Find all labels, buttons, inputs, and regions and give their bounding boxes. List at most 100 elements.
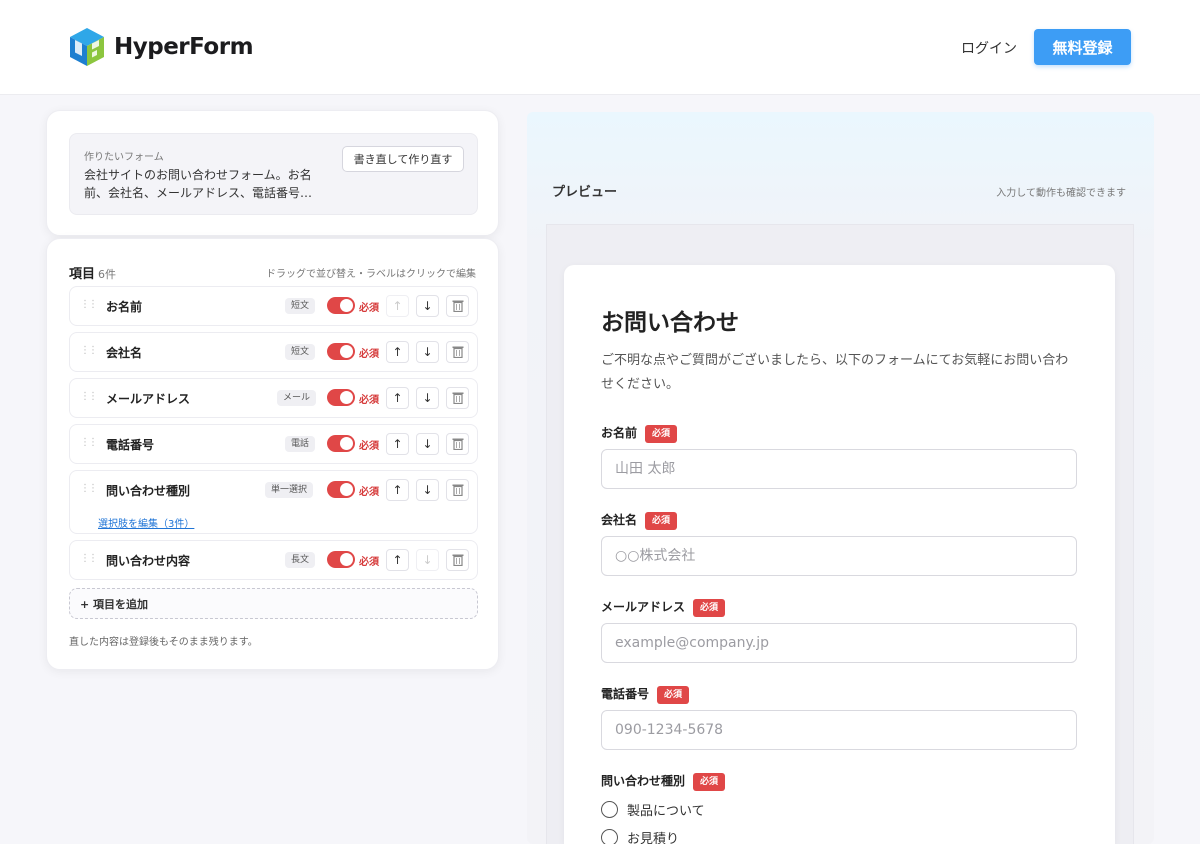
field-name[interactable]: 問い合わせ内容 bbox=[106, 552, 190, 569]
field-row[interactable]: ⋮⋮ お名前 短文 必須 ↑ ↓ bbox=[69, 286, 478, 326]
add-field-button[interactable]: + 項目を追加 bbox=[69, 588, 478, 619]
preview-panel: プレビュー 入力して動作も確認できます お問い合わせ ご不明な点やご質問がござい… bbox=[527, 112, 1154, 844]
drag-handle-icon[interactable]: ⋮⋮ bbox=[80, 300, 98, 310]
brand-logo[interactable]: HyperForm bbox=[68, 27, 254, 67]
required-toggle[interactable] bbox=[327, 481, 355, 498]
trash-icon[interactable] bbox=[446, 387, 469, 409]
prompt-card: 作りたいフォーム 会社サイトのお問い合わせフォーム。お名前、会社名、メールアドレ… bbox=[46, 110, 499, 236]
drag-handle-icon[interactable]: ⋮⋮ bbox=[80, 438, 98, 448]
login-link[interactable]: ログイン bbox=[961, 38, 1017, 58]
form-label-text: メールアドレス bbox=[601, 600, 686, 614]
fields-hint: ドラッグで並び替え・ラベルはクリックで編集 bbox=[266, 269, 476, 280]
move-down-icon[interactable]: ↓ bbox=[416, 295, 439, 317]
form-label-text: 電話番号 bbox=[601, 687, 650, 701]
trash-icon[interactable] bbox=[446, 479, 469, 501]
field-name[interactable]: 問い合わせ種別 bbox=[106, 482, 190, 499]
move-down-icon[interactable]: ↓ bbox=[416, 341, 439, 363]
rewrite-button[interactable]: 書き直して作り直す bbox=[342, 146, 464, 172]
required-badge: 必須 bbox=[693, 773, 726, 791]
footnote: 直した内容は登録後もそのまま残ります。 bbox=[69, 637, 258, 648]
move-down-icon[interactable]: ↓ bbox=[416, 433, 439, 455]
phone-input[interactable] bbox=[601, 710, 1077, 750]
required-toggle[interactable] bbox=[327, 389, 355, 406]
fields-title: 項目 6件 bbox=[69, 263, 116, 282]
form-description: ご不明な点やご質問がございましたら、以下のフォームにてお気軽にお問い合わせくださ… bbox=[601, 353, 1069, 392]
field-type-tag: 単一選択 bbox=[265, 482, 314, 498]
field-row[interactable]: ⋮⋮ メールアドレス メール 必須 ↑ ↓ bbox=[69, 378, 478, 418]
radio-button[interactable] bbox=[601, 829, 618, 844]
form-label: 問い合わせ種別 必須 bbox=[601, 772, 726, 791]
radio-label: お見積り bbox=[627, 832, 680, 844]
form-label: メールアドレス 必須 bbox=[601, 598, 726, 617]
trash-icon[interactable] bbox=[446, 549, 469, 571]
field-name[interactable]: 電話番号 bbox=[106, 436, 154, 453]
prompt-label: 作りたいフォーム bbox=[84, 152, 164, 163]
required-toggle[interactable] bbox=[327, 551, 355, 568]
move-up-icon[interactable]: ↑ bbox=[386, 387, 409, 409]
move-down-icon: ↓ bbox=[416, 549, 439, 571]
move-up-icon[interactable]: ↑ bbox=[386, 341, 409, 363]
required-toggle[interactable] bbox=[327, 343, 355, 360]
field-name[interactable]: お名前 bbox=[106, 298, 142, 315]
form-heading: お問い合わせ bbox=[601, 310, 739, 336]
move-down-icon[interactable]: ↓ bbox=[416, 387, 439, 409]
brand-name: HyperForm bbox=[114, 34, 254, 60]
move-down-icon[interactable]: ↓ bbox=[416, 479, 439, 501]
required-label: 必須 bbox=[359, 349, 379, 360]
radio-label: 製品について bbox=[627, 804, 705, 819]
company-input[interactable] bbox=[601, 536, 1077, 576]
trash-icon[interactable] bbox=[446, 433, 469, 455]
required-label: 必須 bbox=[359, 487, 379, 498]
form-label: お名前 必須 bbox=[601, 424, 678, 443]
move-up-icon[interactable]: ↑ bbox=[386, 549, 409, 571]
preview-hint: 入力して動作も確認できます bbox=[996, 188, 1126, 199]
form-label-text: お名前 bbox=[601, 426, 638, 440]
trash-icon[interactable] bbox=[446, 295, 469, 317]
radio-option[interactable]: お見積り bbox=[601, 828, 679, 844]
fields-count: 6件 bbox=[98, 268, 117, 281]
trash-icon[interactable] bbox=[446, 341, 469, 363]
edit-choices-link[interactable]: 選択肢を編集（3件） bbox=[98, 515, 194, 530]
drag-handle-icon[interactable]: ⋮⋮ bbox=[80, 392, 98, 402]
move-up-icon[interactable]: ↑ bbox=[386, 433, 409, 455]
signup-button[interactable]: 無料登録 bbox=[1034, 29, 1131, 65]
field-row[interactable]: ⋮⋮ 問い合わせ種別 単一選択 必須 ↑ ↓ 選択肢を編集（3件） bbox=[69, 470, 478, 534]
radio-button[interactable] bbox=[601, 801, 618, 818]
required-badge: 必須 bbox=[657, 686, 690, 704]
form-label-text: 問い合わせ種別 bbox=[601, 774, 686, 788]
field-row[interactable]: ⋮⋮ 問い合わせ内容 長文 必須 ↑ ↓ bbox=[69, 540, 478, 580]
form-label: 電話番号 必須 bbox=[601, 685, 690, 704]
hyperform-logo-icon bbox=[70, 28, 104, 66]
required-label: 必須 bbox=[359, 395, 379, 406]
required-label: 必須 bbox=[359, 303, 379, 314]
form-label-text: 会社名 bbox=[601, 513, 638, 527]
form-label: 会社名 必須 bbox=[601, 511, 678, 530]
required-badge: 必須 bbox=[645, 425, 678, 443]
field-row[interactable]: ⋮⋮ 会社名 短文 必須 ↑ ↓ bbox=[69, 332, 478, 372]
email-input[interactable] bbox=[601, 623, 1077, 663]
field-name[interactable]: 会社名 bbox=[106, 344, 142, 361]
preview-form-card: お問い合わせ ご不明な点やご質問がございましたら、以下のフォームにてお気軽にお問… bbox=[564, 265, 1115, 844]
field-name[interactable]: メールアドレス bbox=[106, 390, 190, 407]
required-label: 必須 bbox=[359, 441, 379, 452]
preview-title: プレビュー bbox=[552, 185, 618, 200]
drag-handle-icon[interactable]: ⋮⋮ bbox=[80, 484, 98, 494]
top-header: HyperForm ログイン 無料登録 bbox=[0, 0, 1200, 95]
field-row[interactable]: ⋮⋮ 電話番号 電話 必須 ↑ ↓ bbox=[69, 424, 478, 464]
move-up-icon: ↑ bbox=[386, 295, 409, 317]
fields-card: 項目 6件 ドラッグで並び替え・ラベルはクリックで編集 ⋮⋮ お名前 短文 必須 … bbox=[46, 238, 499, 670]
drag-handle-icon[interactable]: ⋮⋮ bbox=[80, 554, 98, 564]
drag-handle-icon[interactable]: ⋮⋮ bbox=[80, 346, 98, 356]
field-type-tag: 長文 bbox=[285, 552, 316, 568]
name-input[interactable] bbox=[601, 449, 1077, 489]
field-type-tag: 短文 bbox=[285, 344, 316, 360]
required-toggle[interactable] bbox=[327, 297, 355, 314]
radio-option[interactable]: 製品について bbox=[601, 800, 705, 819]
field-type-tag: メール bbox=[277, 390, 317, 406]
prompt-box[interactable]: 作りたいフォーム 会社サイトのお問い合わせフォーム。お名前、会社名、メールアドレ… bbox=[69, 133, 478, 215]
required-badge: 必須 bbox=[693, 599, 726, 617]
required-label: 必須 bbox=[359, 557, 379, 568]
required-toggle[interactable] bbox=[327, 435, 355, 452]
field-type-tag: 電話 bbox=[285, 436, 316, 452]
move-up-icon[interactable]: ↑ bbox=[386, 479, 409, 501]
